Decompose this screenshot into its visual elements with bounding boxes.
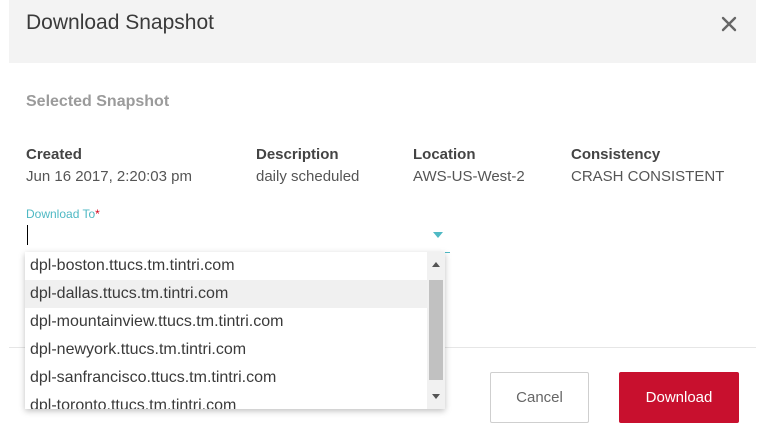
cancel-button[interactable]: Cancel bbox=[490, 372, 589, 423]
download-to-label: Download To* bbox=[26, 207, 100, 221]
dropdown-option[interactable]: dpl-newyork.ttucs.tm.tintri.com bbox=[25, 336, 427, 364]
download-to-dropdown[interactable]: dpl-boston.ttucs.tm.tintri.com dpl-dalla… bbox=[25, 252, 445, 409]
scroll-up-icon[interactable] bbox=[427, 256, 445, 273]
dropdown-option[interactable]: dpl-boston.ttucs.tm.tintri.com bbox=[25, 252, 427, 280]
dialog-header: Download Snapshot bbox=[9, 0, 756, 63]
chevron-down-icon[interactable] bbox=[433, 232, 443, 238]
download-to-select[interactable] bbox=[26, 223, 450, 253]
meta-value: Jun 16 2017, 2:20:03 pm bbox=[26, 168, 192, 185]
dialog-title: Download Snapshot bbox=[26, 11, 214, 34]
meta-label: Consistency bbox=[571, 146, 661, 163]
meta-label: Description bbox=[256, 146, 339, 163]
required-marker: * bbox=[95, 207, 100, 221]
dropdown-option[interactable]: dpl-sanfrancisco.ttucs.tm.tintri.com bbox=[25, 364, 427, 392]
scroll-down-icon[interactable] bbox=[427, 388, 445, 405]
dropdown-scrollbar[interactable] bbox=[427, 252, 445, 409]
close-icon bbox=[721, 16, 737, 32]
meta-value: CRASH CONSISTENT bbox=[571, 168, 725, 185]
meta-label: Created bbox=[26, 146, 82, 163]
meta-value: daily scheduled bbox=[256, 168, 360, 185]
meta-description: Description daily scheduled bbox=[256, 146, 359, 187]
dropdown-option[interactable]: dpl-dallas.ttucs.tm.tintri.com bbox=[25, 280, 427, 308]
download-button[interactable]: Download bbox=[619, 372, 739, 423]
text-cursor bbox=[27, 225, 28, 245]
download-to-label-text: Download To bbox=[26, 207, 96, 221]
dropdown-option[interactable]: dpl-toronto.ttucs.tm.tintri.com bbox=[25, 392, 427, 409]
dropdown-list: dpl-boston.ttucs.tm.tintri.com dpl-dalla… bbox=[25, 252, 427, 409]
section-title: Selected Snapshot bbox=[26, 93, 170, 110]
meta-consistency: Consistency CRASH CONSISTENT bbox=[571, 146, 724, 187]
scroll-thumb[interactable] bbox=[429, 280, 443, 380]
meta-created: Created Jun 16 2017, 2:20:03 pm bbox=[26, 146, 192, 187]
meta-location: Location AWS-US-West-2 bbox=[413, 146, 525, 187]
close-button[interactable] bbox=[718, 13, 740, 35]
dropdown-option[interactable]: dpl-mountainview.ttucs.tm.tintri.com bbox=[25, 308, 427, 336]
meta-value: AWS-US-West-2 bbox=[413, 168, 525, 185]
meta-label: Location bbox=[413, 146, 476, 163]
